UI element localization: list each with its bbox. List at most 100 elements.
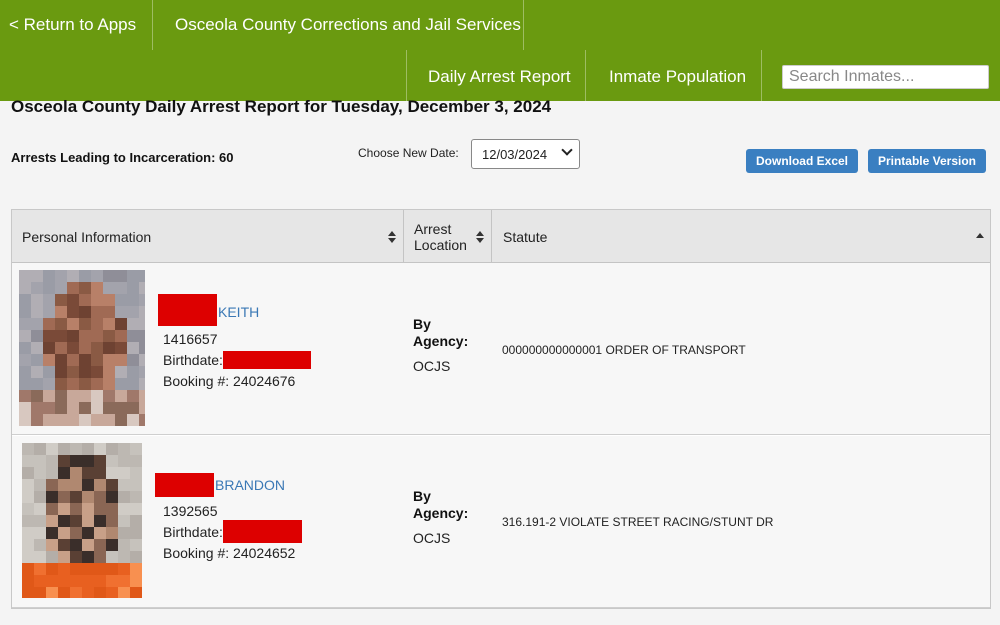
date-select[interactable]: 12/03/2024: [471, 139, 580, 169]
statute-text: 000000000000001 ORDER OF TRANSPORT: [502, 343, 746, 357]
download-excel-button[interactable]: Download Excel: [746, 149, 858, 173]
top-nav-bar: < Return to Apps Osceola County Correcti…: [0, 0, 1000, 101]
inmate-population-link[interactable]: Inmate Population: [609, 67, 746, 87]
photo-pixel: [127, 366, 139, 378]
header-personal-information[interactable]: Personal Information: [12, 210, 403, 263]
photo-pixel: [130, 575, 142, 587]
photo-pixel: [106, 443, 118, 455]
photo-pixel: [70, 539, 82, 551]
header-label: Arrest Location: [414, 221, 467, 253]
photo-pixel: [19, 306, 31, 318]
photo-pixel: [130, 587, 142, 598]
photo-pixel: [58, 587, 70, 598]
return-to-apps-link[interactable]: < Return to Apps: [9, 15, 136, 35]
photo-pixel: [127, 390, 139, 402]
photo-pixel: [127, 414, 139, 426]
redaction-box: [155, 473, 214, 497]
photo-pixel: [58, 491, 70, 503]
inmate-name-link[interactable]: KEITH: [218, 304, 259, 320]
inmate-id: 1392565: [163, 503, 218, 519]
photo-pixel: [55, 414, 67, 426]
photo-pixel: [43, 354, 55, 366]
photo-pixel: [19, 366, 31, 378]
photo-pixel: [127, 294, 139, 306]
photo-pixel: [67, 354, 79, 366]
photo-pixel: [22, 455, 34, 467]
photo-pixel: [82, 515, 94, 527]
photo-pixel: [34, 539, 46, 551]
photo-pixel: [94, 515, 106, 527]
photo-pixel: [103, 366, 115, 378]
photo-pixel: [91, 402, 103, 414]
search-inmates-input[interactable]: [782, 65, 989, 89]
agency-label: By Agency:: [413, 316, 469, 349]
photo-pixel: [139, 330, 145, 342]
photo-pixel: [34, 467, 46, 479]
photo-pixel: [130, 455, 142, 467]
photo-pixel: [115, 354, 127, 366]
photo-pixel: [118, 479, 130, 491]
sort-icon[interactable]: [476, 231, 484, 243]
photo-pixel: [79, 342, 91, 354]
photo-pixel: [67, 330, 79, 342]
photo-pixel: [91, 342, 103, 354]
photo-pixel: [106, 563, 118, 575]
photo-pixel: [70, 563, 82, 575]
photo-pixel: [22, 563, 34, 575]
photo-pixel: [19, 390, 31, 402]
photo-pixel: [82, 527, 94, 539]
photo-pixel: [106, 587, 118, 598]
photo-pixel: [91, 294, 103, 306]
printable-version-button[interactable]: Printable Version: [868, 149, 986, 173]
photo-pixel: [43, 270, 55, 282]
photo-pixel: [34, 527, 46, 539]
photo-pixel: [118, 575, 130, 587]
photo-pixel: [103, 318, 115, 330]
photo-pixel: [22, 539, 34, 551]
photo-pixel: [46, 527, 58, 539]
sort-ascending-icon[interactable]: [976, 232, 984, 238]
photo-pixel: [58, 575, 70, 587]
site-title-link[interactable]: Osceola County Corrections and Jail Serv…: [175, 15, 521, 35]
header-arrest-location[interactable]: Arrest Location: [404, 210, 491, 263]
table-header: Personal Information Arrest Location Sta…: [12, 210, 990, 263]
photo-pixel: [19, 378, 31, 390]
photo-pixel: [67, 390, 79, 402]
photo-pixel: [58, 467, 70, 479]
photo-pixel: [139, 378, 145, 390]
photo-pixel: [58, 551, 70, 563]
photo-pixel: [70, 455, 82, 467]
photo-pixel: [118, 551, 130, 563]
photo-pixel: [82, 587, 94, 598]
photo-pixel: [22, 527, 34, 539]
photo-pixel: [82, 575, 94, 587]
sort-icon[interactable]: [388, 231, 396, 243]
photo-pixel: [31, 306, 43, 318]
photo-pixel: [82, 491, 94, 503]
nav-divider: [523, 0, 524, 50]
photo-pixel: [58, 515, 70, 527]
photo-pixel: [106, 515, 118, 527]
photo-pixel: [82, 551, 94, 563]
photo-pixel: [46, 503, 58, 515]
photo-pixel: [31, 318, 43, 330]
photo-pixel: [67, 270, 79, 282]
daily-arrest-report-link[interactable]: Daily Arrest Report: [428, 67, 571, 87]
photo-pixel: [115, 366, 127, 378]
photo-pixel: [34, 563, 46, 575]
photo-pixel: [19, 330, 31, 342]
photo-pixel: [127, 306, 139, 318]
photo-pixel: [130, 563, 142, 575]
photo-pixel: [46, 443, 58, 455]
header-statute[interactable]: Statute: [492, 210, 990, 263]
photo-pixel: [94, 455, 106, 467]
inmate-name-link[interactable]: BRANDON: [215, 477, 285, 493]
photo-pixel: [67, 282, 79, 294]
photo-pixel: [34, 503, 46, 515]
photo-pixel: [79, 294, 91, 306]
photo-pixel: [127, 282, 139, 294]
photo-pixel: [67, 414, 79, 426]
photo-pixel: [106, 467, 118, 479]
photo-pixel: [103, 270, 115, 282]
photo-pixel: [34, 587, 46, 598]
